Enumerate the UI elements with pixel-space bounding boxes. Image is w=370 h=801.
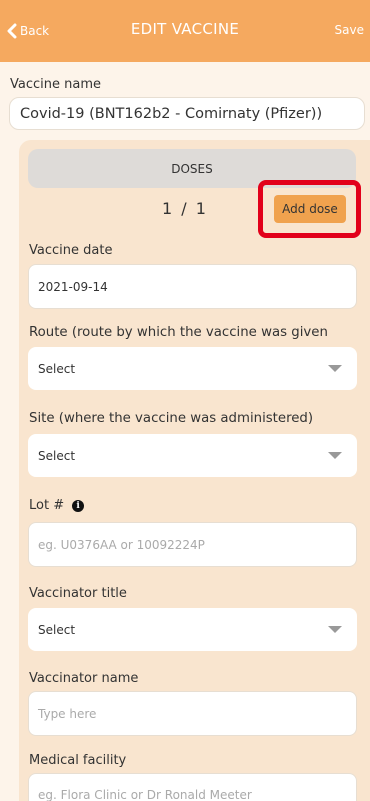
lot-field[interactable]: eg. U0376AA or 10092224P: [28, 522, 357, 567]
lot-placeholder: eg. U0376AA or 10092224P: [38, 537, 205, 552]
route-label: Route (route by which the vaccine was gi…: [29, 325, 328, 340]
vaccinator-name-field[interactable]: Type here: [28, 691, 357, 736]
vaccine-date-field[interactable]: 2021-09-14: [28, 264, 357, 309]
dose-counter: 1 / 1: [162, 199, 208, 218]
vaccine-date-value: 2021-09-14: [38, 279, 108, 294]
lot-label-row: Lot # i: [29, 498, 85, 513]
top-bar: Back EDIT VACCINE Save: [0, 0, 370, 62]
medical-facility-label: Medical facility: [29, 753, 127, 768]
site-select[interactable]: Select: [28, 434, 357, 477]
add-dose-label: Add dose: [282, 202, 338, 216]
doses-header: DOSES: [28, 149, 356, 188]
page-title: EDIT VACCINE: [130, 20, 240, 38]
lot-label: Lot #: [29, 498, 65, 513]
medical-facility-field[interactable]: eg. Flora Clinic or Dr Ronald Meeter: [28, 773, 357, 801]
vaccinator-title-select[interactable]: Select: [28, 608, 357, 651]
vaccine-name-field[interactable]: Covid-19 (BNT162b2 - Comirnaty (Pfizer)): [9, 97, 365, 130]
chevron-down-icon: [328, 626, 342, 633]
medical-facility-placeholder: eg. Flora Clinic or Dr Ronald Meeter: [38, 788, 252, 801]
vaccine-name-value: Covid-19 (BNT162b2 - Comirnaty (Pfizer)): [20, 105, 323, 122]
vaccinator-title-value: Select: [38, 622, 76, 637]
add-dose-button[interactable]: Add dose: [274, 195, 346, 223]
doses-header-label: DOSES: [171, 161, 213, 176]
vaccine-name-label: Vaccine name: [10, 77, 101, 92]
site-value: Select: [38, 448, 76, 463]
chevron-down-icon: [328, 452, 342, 459]
vaccine-date-label: Vaccine date: [29, 243, 113, 258]
route-select[interactable]: Select: [28, 347, 357, 390]
chevron-down-icon: [328, 365, 342, 372]
route-value: Select: [38, 361, 76, 376]
info-icon[interactable]: i: [72, 500, 85, 512]
save-button[interactable]: Save: [335, 23, 364, 37]
vaccinator-name-label: Vaccinator name: [29, 671, 139, 686]
site-label: Site (where the vaccine was administered…: [29, 411, 314, 426]
vaccinator-title-label: Vaccinator title: [29, 586, 127, 601]
vaccinator-name-placeholder: Type here: [38, 706, 97, 721]
